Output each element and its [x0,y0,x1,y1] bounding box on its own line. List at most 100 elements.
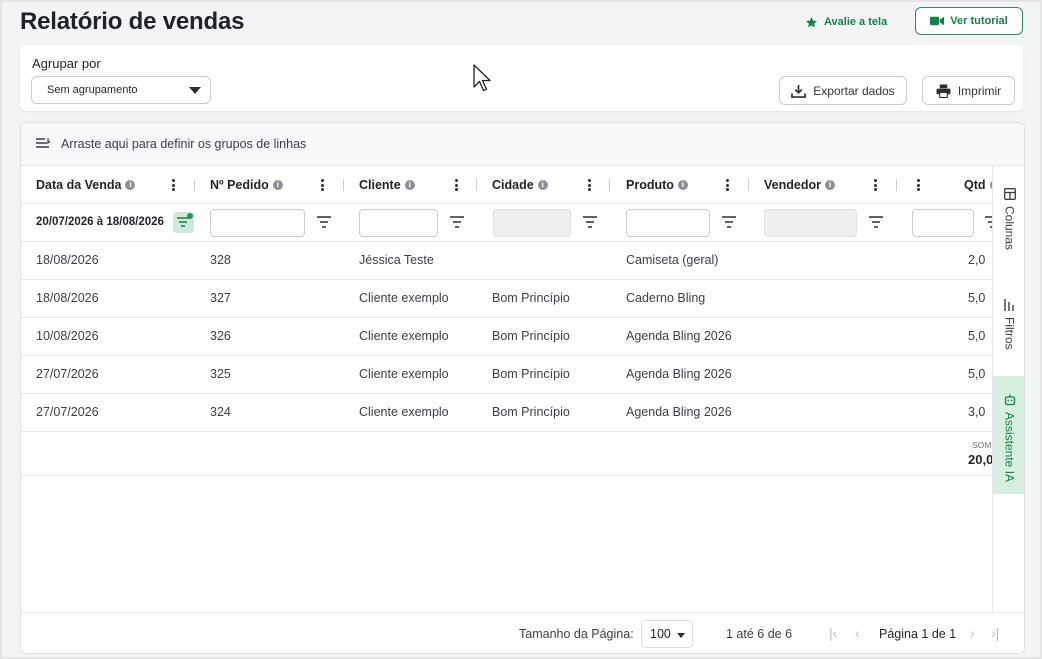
print-button[interactable]: Imprimir [922,76,1015,105]
qtd-filter-input[interactable] [912,209,974,237]
filter-icon[interactable] [583,216,597,228]
tutorial-button[interactable]: Ver tutorial [915,7,1023,35]
filter-icon[interactable] [985,216,992,228]
column-header-data-venda[interactable]: Data da Venda i [36,166,136,204]
column-label: Cliente [359,178,401,192]
table-row[interactable]: 18/08/2026 327 Cliente exemplo Bom Princípi… [21,280,992,318]
cell-cidade: Bom Princípio [492,405,570,419]
filter-icon[interactable] [317,216,331,228]
column-label: Cidade [492,178,534,192]
cell-produto: Camiseta (geral) [626,253,719,267]
data-grid: Arraste aqui para definir os grupos de l… [20,122,1025,654]
filter-icon[interactable] [869,216,883,228]
export-data-label: Exportar dados [813,83,895,98]
column-label: Qtd [964,178,986,192]
column-menu-icon[interactable] [316,178,328,192]
column-menu-icon[interactable] [869,178,881,192]
cell-pedido: 325 [210,367,231,381]
cell-cidade: Bom Princípio [492,329,570,343]
column-separator[interactable] [748,179,749,191]
column-separator[interactable] [476,179,477,191]
column-header-cidade[interactable]: Cidade i [492,166,548,204]
cell-pedido: 326 [210,329,231,343]
vendedor-filter-input[interactable] [764,209,857,237]
column-header-pedido[interactable]: Nº Pedido i [210,166,283,204]
column-label: Vendedor [764,178,821,192]
cell-data: 18/08/2026 [36,291,99,305]
row-groups-icon [36,138,51,148]
filter-icon[interactable] [450,216,464,228]
cell-produto: Caderno Bling [626,291,706,305]
cell-produto: Agenda Bling 2026 [626,405,732,419]
cell-cidade: Bom Princípio [492,291,570,305]
cell-pedido: 327 [210,291,231,305]
group-by-select[interactable]: Sem agrupamento [31,76,211,104]
cell-cliente: Cliente exemplo [359,405,449,419]
column-header-produto[interactable]: Produto i [626,166,688,204]
drop-zone-text: Arraste aqui para definir os grupos de l… [61,137,307,151]
cidade-filter-input[interactable] [493,209,571,237]
column-header-cliente[interactable]: Cliente i [359,166,415,204]
robot-icon [1004,394,1015,406]
column-separator[interactable] [194,179,195,191]
cell-cliente: Cliente exemplo [359,367,449,381]
column-separator[interactable] [343,179,344,191]
app-window: Relatório de vendas Avalie a tela Ver tu… [2,2,1040,657]
column-separator[interactable] [609,179,610,191]
cliente-filter-input[interactable] [359,209,438,237]
column-menu-icon[interactable] [583,178,595,192]
mouse-cursor-icon [473,64,491,92]
page-size-label: Tamanho da Página: [519,627,634,641]
pedido-filter-input[interactable] [210,209,305,237]
cell-qtd: 5,0 [968,291,986,305]
header-row: Data da Venda i Nº Pedido i Cliente i Cidad… [21,166,992,204]
table-row[interactable]: 18/08/2026 328 Jéssica Teste Camiseta (gera… [21,242,992,280]
print-label: Imprimir [957,83,1002,98]
first-page-icon[interactable]: |‹ [829,625,837,641]
column-label: Data da Venda [36,178,122,192]
rate-screen-link[interactable]: Avalie a tela [805,12,887,32]
cell-produto: Agenda Bling 2026 [626,367,732,381]
next-page-icon[interactable]: › [970,625,975,641]
column-header-vendedor[interactable]: Vendedor i [764,166,835,204]
cell-cliente: Jéssica Teste [359,253,434,267]
info-icon: i [537,180,548,190]
summary-row: SOM 20,0 [21,432,992,476]
table-row[interactable]: 10/08/2026 326 Cliente exemplo Bom Princípi… [21,318,992,356]
tutorial-label: Ver tutorial [950,15,1008,27]
info-icon: i [404,180,415,190]
cell-qtd: 3,0 [968,405,986,419]
page-size-value: 100 [650,627,671,641]
column-menu-icon[interactable] [912,178,924,192]
date-range-filter-value: 20/07/2026 à 18/08/2026 [36,216,164,228]
table-row[interactable]: 27/07/2026 325 Cliente exemplo Bom Princípi… [21,356,992,394]
previous-page-icon[interactable]: ‹ [855,625,860,641]
cell-cliente: Cliente exemplo [359,291,449,305]
export-data-button[interactable]: Exportar dados [779,76,907,105]
columns-icon [1003,188,1016,200]
group-by-label: Agrupar por [32,56,101,71]
column-menu-icon[interactable] [721,178,733,192]
filter-icon [1003,299,1014,311]
date-filter-button[interactable] [173,212,194,233]
filter-icon[interactable] [722,216,736,228]
table-row[interactable]: 27/07/2026 324 Cliente exemplo Bom Princípi… [21,394,992,432]
column-menu-icon[interactable] [450,178,462,192]
star-icon [806,16,817,27]
row-group-drop-zone[interactable]: Arraste aqui para definir os grupos de l… [21,123,1024,166]
column-header-qtd[interactable]: Qtdi [964,166,992,204]
active-filter-dot [187,213,193,219]
info-icon: i [125,180,136,190]
cell-qtd: 5,0 [968,329,986,343]
last-page-icon[interactable]: ›| [991,625,999,641]
page-size-select[interactable]: 100 [641,620,693,648]
column-separator[interactable] [896,179,897,191]
produto-filter-input[interactable] [626,209,710,237]
side-tab-ai-assistant[interactable]: Assistente IA [993,376,1024,495]
cell-data: 27/07/2026 [36,367,99,381]
cell-data: 18/08/2026 [36,253,99,267]
side-tab-filters[interactable]: Filtros [993,299,1024,350]
column-menu-icon[interactable] [167,178,179,192]
side-tab-columns[interactable]: Colunas [993,188,1024,250]
column-label: Produto [626,178,674,192]
